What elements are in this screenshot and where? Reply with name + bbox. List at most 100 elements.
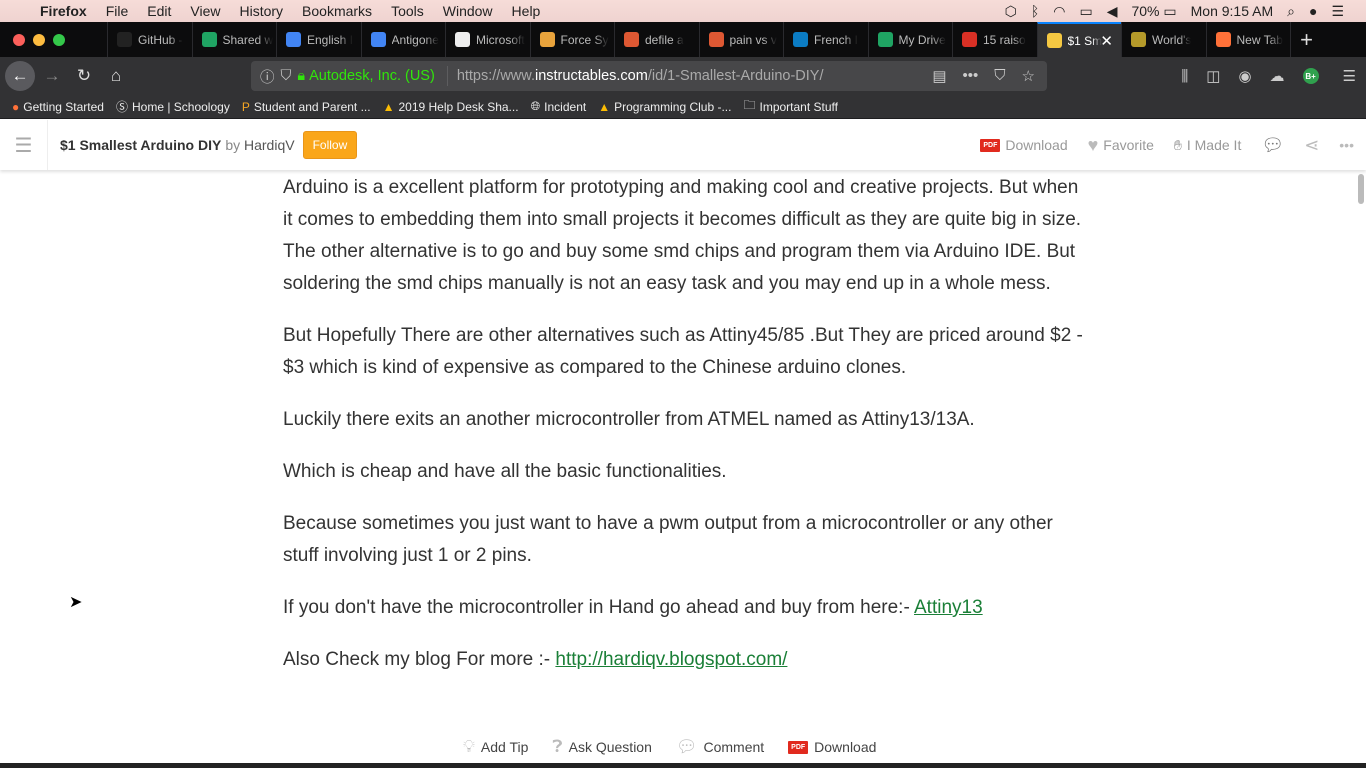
extension-icon[interactable]: ☁ bbox=[1270, 67, 1285, 85]
hamburger-menu-icon[interactable]: ☰ bbox=[1343, 67, 1356, 85]
comment-button[interactable]: 💬︎ Comment bbox=[676, 737, 764, 757]
tab[interactable]: Antigone bbox=[360, 22, 446, 57]
more-options-icon[interactable]: ••• bbox=[1339, 137, 1354, 153]
close-window-button[interactable] bbox=[13, 33, 25, 46]
zoom-window-button[interactable] bbox=[53, 33, 65, 46]
siri-icon[interactable]: ● bbox=[1309, 3, 1317, 19]
bookmark-label: Student and Parent ... bbox=[253, 99, 371, 114]
question-icon: ❓︎ bbox=[552, 737, 563, 756]
footer-download-button[interactable]: PDF Download bbox=[788, 739, 876, 755]
bookmark-schoology[interactable]: Ⓢ Home | Schoology bbox=[116, 98, 230, 115]
stack-icon bbox=[539, 32, 555, 47]
lock-icon: 🔒︎ bbox=[297, 68, 306, 84]
spotlight-icon[interactable]: ⌕ bbox=[1287, 3, 1295, 20]
bookmark-help-desk[interactable]: ▲ 2019 Help Desk Sha... bbox=[383, 100, 519, 114]
bookmark-incident[interactable]: 🌐︎ Incident bbox=[531, 99, 587, 114]
close-tab-icon[interactable]: ✕ bbox=[1100, 32, 1113, 50]
favorite-label: Favorite bbox=[1103, 137, 1154, 153]
paragraph: Also Check my blog For more :- http://ha… bbox=[283, 644, 1093, 676]
new-tab-button[interactable]: + bbox=[1290, 22, 1322, 57]
tab[interactable]: New Tab bbox=[1205, 22, 1291, 57]
airplay-icon[interactable]: ▭ bbox=[1079, 3, 1092, 20]
tab[interactable]: World's bbox=[1121, 22, 1206, 57]
tab[interactable]: Force Sy bbox=[529, 22, 615, 57]
blog-link[interactable]: http://hardiqv.blogspot.com/ bbox=[555, 649, 787, 670]
page-actions-icon[interactable]: ••• bbox=[963, 67, 979, 85]
comment-label: Comment bbox=[703, 739, 765, 755]
bookmark-student-parent[interactable]: P Student and Parent ... bbox=[242, 100, 371, 114]
share-icon[interactable]: ⋖ bbox=[1304, 135, 1319, 156]
bookmark-label: 2019 Help Desk Sha... bbox=[398, 99, 519, 114]
navigation-toolbar: ← → ↻ ⌂ ⓘ ⛉ 🔒︎ Autodesk, Inc. (US) https… bbox=[0, 57, 1366, 95]
scrollbar-thumb[interactable] bbox=[1358, 174, 1364, 204]
tab[interactable]: Microsoft bbox=[445, 22, 530, 57]
favorite-button[interactable]: ♥ Favorite bbox=[1088, 135, 1154, 156]
add-tip-button[interactable]: 💡︎ Add Tip bbox=[463, 737, 528, 757]
menu-window[interactable]: Window bbox=[443, 3, 493, 19]
author-link[interactable]: HardiqV bbox=[244, 137, 295, 153]
made-it-label: I Made It bbox=[1186, 137, 1242, 153]
library-icon[interactable]: ⫼ bbox=[1181, 68, 1188, 85]
tab[interactable]: defile a bbox=[614, 22, 699, 57]
battery-status[interactable]: 70% ▭ bbox=[1131, 3, 1176, 20]
site-menu-icon[interactable]: ☰ bbox=[0, 120, 48, 170]
grade-extension-icon[interactable]: B+ bbox=[1302, 68, 1319, 84]
site-identity[interactable]: Autodesk, Inc. (US) bbox=[309, 68, 435, 84]
menu-history[interactable]: History bbox=[239, 3, 283, 19]
back-button[interactable]: ← bbox=[5, 61, 35, 91]
tab[interactable]: My Drive bbox=[867, 22, 953, 57]
notification-center-icon[interactable]: ☰ bbox=[1331, 3, 1344, 20]
box-icon[interactable]: ⬡ bbox=[1005, 3, 1017, 20]
follow-button[interactable]: Follow bbox=[302, 131, 358, 159]
bookmark-programming-club[interactable]: ▲ Programming Club -... bbox=[598, 100, 731, 114]
url-text[interactable]: https://www.instructables.com/id/1-Small… bbox=[457, 68, 824, 84]
article-actions: 💡︎ Add Tip ❓︎ Ask Question 💬︎ Comment PDF Do… bbox=[463, 737, 876, 757]
menu-file[interactable]: File bbox=[106, 3, 129, 19]
tab-active[interactable]: $1 Sm ✕ bbox=[1036, 22, 1121, 57]
paragraph: Which is cheap and have all the basic fu… bbox=[283, 461, 727, 482]
menu-help[interactable]: Help bbox=[512, 3, 541, 19]
bookmark-getting-started[interactable]: ● Getting Started bbox=[12, 100, 104, 114]
clock[interactable]: Mon 9:15 AM bbox=[1191, 3, 1274, 19]
wifi-icon[interactable]: ◠ bbox=[1053, 3, 1065, 20]
bluetooth-icon[interactable]: ᛒ bbox=[1031, 3, 1039, 19]
bookmark-star-icon[interactable]: ☆ bbox=[1022, 67, 1035, 85]
minimize-window-button[interactable] bbox=[33, 33, 45, 46]
tab[interactable]: pain vs v bbox=[698, 22, 784, 57]
info-icon[interactable]: ⓘ bbox=[260, 66, 275, 87]
reload-button[interactable]: ↻ bbox=[69, 66, 99, 86]
attiny13-link[interactable]: Attiny13 bbox=[914, 597, 983, 618]
i-made-it-button[interactable]: ✋︎ I Made It bbox=[1174, 137, 1241, 154]
menu-view[interactable]: View bbox=[190, 3, 220, 19]
tab[interactable]: GitHub - bbox=[107, 22, 192, 57]
menu-app[interactable]: Firefox bbox=[40, 3, 87, 19]
lightbulb-icon: 💡︎ bbox=[463, 737, 475, 756]
menu-bookmarks[interactable]: Bookmarks bbox=[302, 3, 372, 19]
volume-icon[interactable]: ◀ bbox=[1107, 3, 1118, 20]
download-label: Download bbox=[814, 739, 877, 755]
comments-icon[interactable]: 💬︎ bbox=[1261, 135, 1284, 156]
bookmark-important-stuff[interactable]: 🗀 Important Stuff bbox=[743, 96, 838, 117]
tracking-shield-icon[interactable]: ⛉ bbox=[281, 68, 292, 84]
globe-icon: 🌐︎ bbox=[530, 99, 541, 113]
tab-label: World's bbox=[1152, 32, 1192, 47]
pdf-icon: PDF bbox=[980, 138, 1001, 152]
pocket-icon[interactable]: ⛉ bbox=[994, 67, 1005, 85]
menu-tools[interactable]: Tools bbox=[391, 3, 424, 19]
ask-question-button[interactable]: ❓︎ Ask Question bbox=[552, 737, 651, 757]
url-bar[interactable]: ⓘ ⛉ 🔒︎ Autodesk, Inc. (US) https://www.i… bbox=[251, 61, 1047, 91]
tab[interactable]: French I bbox=[783, 22, 868, 57]
download-button[interactable]: PDF Download bbox=[980, 137, 1068, 153]
instructables-icon bbox=[1046, 33, 1062, 48]
tab[interactable]: Shared w bbox=[191, 22, 277, 57]
menu-edit[interactable]: Edit bbox=[147, 3, 171, 19]
forward-button[interactable]: → bbox=[35, 66, 69, 86]
tab[interactable]: 15 raiso bbox=[952, 22, 1037, 57]
sidebar-icon[interactable]: ◫ bbox=[1206, 67, 1220, 85]
account-icon[interactable]: ◉ bbox=[1238, 67, 1251, 85]
home-button[interactable]: ⌂ bbox=[99, 66, 133, 86]
tab-label: French I bbox=[814, 32, 859, 47]
reader-view-icon[interactable]: ▤ bbox=[932, 67, 946, 85]
tab[interactable]: English I bbox=[276, 22, 361, 57]
folder-icon: 🗀 bbox=[743, 98, 756, 112]
